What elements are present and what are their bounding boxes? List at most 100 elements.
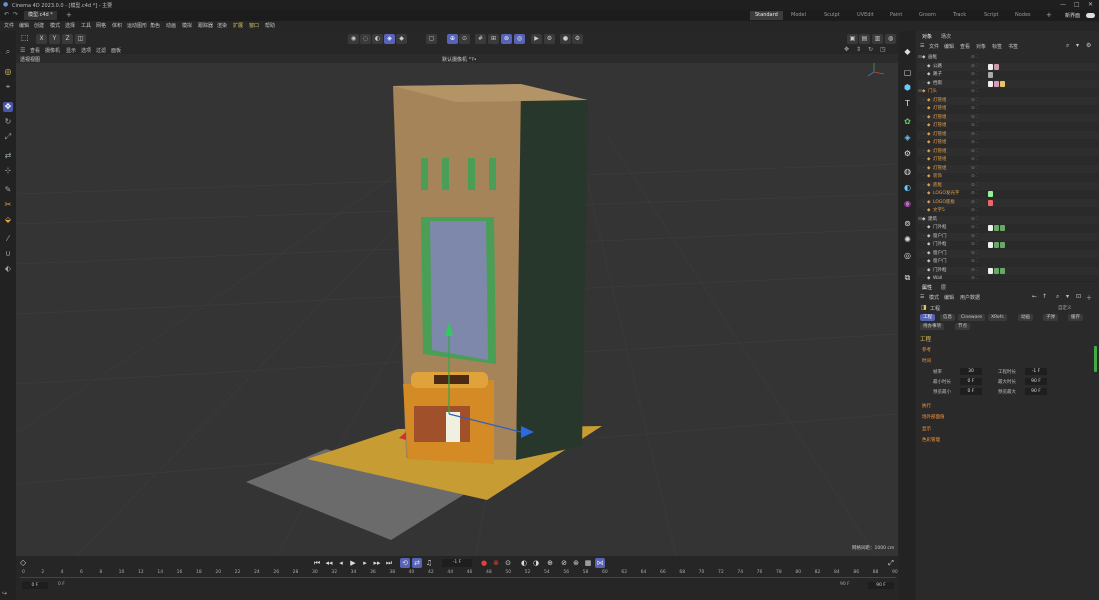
cube-icon[interactable]: ⬢ — [902, 82, 913, 93]
tag-icon[interactable] — [1000, 80, 1005, 87]
view-menu-icon[interactable]: ☰ — [20, 47, 25, 54]
keyframe-icon[interactable]: ◇ — [20, 558, 26, 567]
visibility-toggle-icon[interactable]: ⊙ ⁚ — [971, 122, 978, 130]
menu-tools[interactable]: 工具 — [81, 22, 91, 30]
group-reference[interactable]: 参考 — [922, 347, 931, 353]
quantize-icon[interactable]: ⊚ — [501, 34, 512, 44]
object-row[interactable]: · ◆ 门外框 ⊙ ⁚ — [918, 224, 1098, 232]
expand-toggle-icon[interactable]: · — [923, 241, 924, 249]
display-options-icon[interactable]: ● — [560, 34, 571, 44]
tag-icon[interactable] — [994, 225, 999, 231]
visibility-toggle-icon[interactable]: ⊙ ⁚ — [971, 139, 978, 147]
effector-icon[interactable]: ◍ — [902, 166, 913, 177]
preview-min-field[interactable]: 0 F — [960, 388, 982, 395]
visibility-toggle-icon[interactable]: ⊙ ⁚ — [971, 80, 978, 88]
axis-x-lock[interactable]: X — [36, 34, 47, 44]
scale-tool-icon[interactable]: ⤢ — [3, 132, 13, 142]
attr-filter-icon[interactable]: ▾ — [1066, 293, 1069, 300]
viewport-settings-icon[interactable]: ⚙ — [572, 34, 583, 44]
object-name[interactable]: 窗户门 — [933, 250, 947, 258]
tag-icon[interactable] — [1000, 242, 1005, 248]
menu-extensions[interactable]: 扩展 — [233, 22, 243, 30]
object-row[interactable]: · ◆ 灯管组 ⊙ ⁚ — [918, 96, 1098, 105]
objects-menu-tags[interactable]: 标签 — [992, 43, 1002, 50]
attr-search-icon[interactable]: ⌕ — [1056, 293, 1059, 301]
workplane-icon[interactable]: ⬖ — [3, 264, 13, 274]
up-arrow-icon[interactable]: ↑ — [1042, 293, 1047, 300]
uv-mode-icon[interactable]: ▢ — [426, 34, 437, 44]
tag-icon[interactable] — [994, 242, 999, 248]
expand-toggle-icon[interactable]: · — [923, 114, 924, 122]
layout-track[interactable]: Track — [948, 11, 971, 20]
pla-key-icon[interactable]: ⊛ — [571, 558, 581, 568]
visibility-toggle-icon[interactable]: ⊙ ⁚ — [971, 224, 978, 232]
objects-menu-bookmarks[interactable]: 书签 — [1008, 43, 1018, 50]
transfer-icon[interactable]: ⇄ — [3, 151, 13, 161]
start-frame-field[interactable]: 0 F — [22, 582, 48, 589]
menu-tracker[interactable]: 跟踪器 — [198, 22, 213, 30]
visibility-toggle-icon[interactable]: ⊙ ⁚ — [971, 114, 978, 122]
edges-mode-icon[interactable]: ◈ — [384, 34, 395, 44]
redo-icon[interactable]: ↷ — [13, 11, 18, 18]
timeline-expand-icon[interactable]: ⤢ — [886, 558, 896, 568]
menu-file[interactable]: 文件 — [4, 22, 14, 30]
magnet-icon[interactable]: ∪ — [3, 249, 13, 259]
objects-menu-file[interactable]: 文件 — [929, 43, 939, 50]
render-settings-icon[interactable]: ⚙ — [544, 34, 555, 44]
menu-help[interactable]: 帮助 — [265, 22, 275, 30]
points-mode-icon[interactable]: ◐ — [372, 34, 383, 44]
object-name[interactable]: 路子 — [933, 71, 942, 79]
polygons-mode-icon[interactable]: ◆ — [396, 34, 407, 44]
visibility-toggle-icon[interactable]: ⊙ ⁚ — [971, 131, 978, 139]
minimize-icon[interactable]: — — [1060, 1, 1066, 8]
objects-menu-edit[interactable]: 编辑 — [944, 43, 954, 50]
tag-icon[interactable] — [994, 80, 999, 87]
visibility-toggle-icon[interactable]: ⊙ ⁚ — [971, 156, 978, 164]
object-name[interactable]: 灯管组 — [933, 122, 947, 130]
attr-btn-bullet[interactable]: 子弹 — [1043, 314, 1058, 321]
maximize-icon[interactable]: □ — [1074, 1, 1080, 8]
axis-y-lock[interactable]: Y — [49, 34, 60, 44]
visibility-toggle-icon[interactable]: ⊙ ⁚ — [971, 241, 978, 249]
goto-end-icon[interactable]: ⏭ — [384, 558, 394, 568]
null-object-icon[interactable]: ◆ — [902, 46, 913, 57]
extrude-icon[interactable]: ⬙ — [3, 215, 13, 225]
tag-icon[interactable] — [988, 267, 993, 274]
objects-settings-icon[interactable]: ⚙ — [1086, 42, 1091, 49]
render-view-icon[interactable]: ▶ — [531, 34, 542, 44]
layout-groom[interactable]: Groom — [914, 11, 941, 20]
object-row[interactable]: ⊟ ◆ 门头 ⊙ ⁚ — [918, 88, 1098, 96]
tab-objects[interactable]: 对象 — [922, 33, 932, 40]
expand-toggle-icon[interactable]: · — [923, 190, 924, 198]
workplane-lock-icon[interactable]: ⊞ — [488, 34, 499, 44]
attr-btn-nodes[interactable]: 节点 — [955, 323, 970, 330]
tag-icon[interactable] — [1000, 225, 1005, 231]
attr-btn-cineware[interactable]: Cineware — [958, 314, 985, 321]
axis-z-lock[interactable]: Z — [62, 34, 73, 44]
object-row[interactable]: · ◆ 门外框 ⊙ ⁚ — [918, 241, 1098, 249]
object-name[interactable]: 灯管组 — [933, 139, 947, 147]
texture-mode-icon[interactable]: ◌ — [360, 34, 371, 44]
object-row[interactable]: · ◆ 窗户门 ⊙ ⁚ — [918, 249, 1098, 258]
expand-toggle-icon[interactable]: · — [923, 182, 924, 190]
menu-render[interactable]: 渲染 — [217, 22, 227, 30]
object-name[interactable]: 文字5 — [933, 207, 945, 215]
tag-icon[interactable] — [988, 72, 993, 78]
expand-toggle-icon[interactable]: · — [923, 156, 924, 164]
expand-toggle-icon[interactable]: · — [923, 139, 924, 147]
layout-paint[interactable]: Paint — [885, 11, 907, 20]
expand-toggle-icon[interactable]: · — [923, 131, 924, 139]
layout-uvedit[interactable]: UVEdit — [852, 11, 879, 20]
object-name[interactable]: 灯管组 — [933, 105, 947, 113]
live-select-icon[interactable]: ◎ — [3, 67, 13, 77]
material-icon[interactable]: ◎ — [902, 250, 913, 261]
object-name[interactable]: 装饰 — [933, 173, 942, 181]
visibility-toggle-icon[interactable]: ⊙ ⁚ — [971, 267, 978, 275]
object-row[interactable]: · ◆ 底框 ⊙ ⁚ — [918, 181, 1098, 190]
nav-toggle-icon[interactable]: ◳ — [880, 46, 886, 53]
spline-tool-icon[interactable]: ▢ — [902, 67, 913, 78]
visibility-toggle-icon[interactable]: ⊙ ⁚ — [971, 216, 978, 224]
visibility-toggle-icon[interactable]: ⊙ ⁚ — [971, 199, 978, 207]
object-row[interactable]: · ◆ 路子 ⊙ ⁚ — [918, 71, 1098, 79]
group-scene-defaults[interactable]: 场外部面值 — [922, 414, 945, 420]
